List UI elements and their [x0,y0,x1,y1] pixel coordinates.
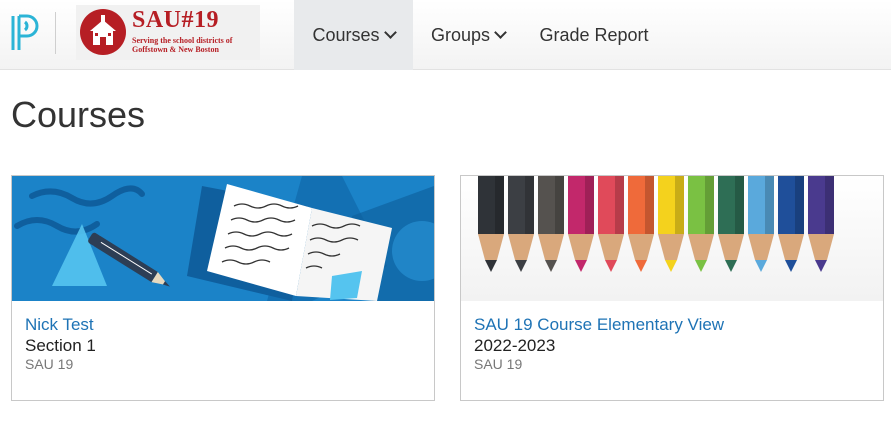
chevron-down-icon [383,26,397,39]
notebook-pencil-illustration [12,176,434,301]
nav-courses[interactable]: Courses [294,0,413,70]
nav-grade-report-label: Grade Report [539,24,649,45]
nav-groups[interactable]: Groups [413,0,523,70]
header-divider [55,12,56,54]
chevron-down-icon [494,26,507,39]
course-school: SAU 19 [25,356,74,372]
course-name-link[interactable]: SAU 19 Course Elementary View [474,315,724,335]
district-logo-subtitle: Serving the school districts of Goffstow… [132,36,233,54]
course-school: SAU 19 [474,356,523,372]
powerschool-logo-icon[interactable] [10,12,44,54]
nav-groups-label: Groups [430,24,491,45]
district-logo-title: SAU#19 [132,7,220,33]
course-section: 2022-2023 [474,336,556,355]
course-section: Section 1 [25,336,96,355]
course-name-link[interactable]: Nick Test [25,315,94,335]
nav-courses-label: Courses [312,24,380,45]
top-navigation-bar: SAU#19 Serving the school districts of G… [0,0,891,70]
page-title: Courses [11,94,146,135]
colored-pencils-photo [461,176,883,301]
nav-grade-report[interactable]: Grade Report [523,0,665,70]
schoolhouse-icon [80,9,126,55]
course-card[interactable]: Nick Test Section 1 SAU 19 [11,175,435,401]
course-card[interactable]: SAU 19 Course Elementary View 2022-2023 … [460,175,884,401]
district-logo[interactable]: SAU#19 Serving the school districts of G… [76,5,260,60]
